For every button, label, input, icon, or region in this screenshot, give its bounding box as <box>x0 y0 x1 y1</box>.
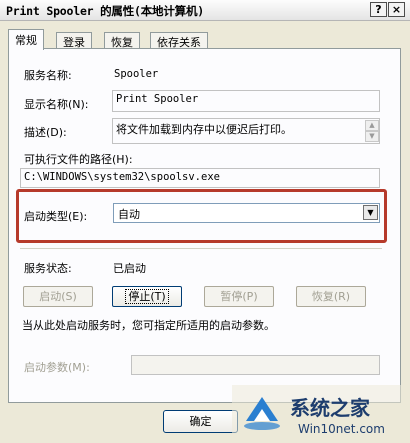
description-field[interactable]: 将文件加载到内存中以便迟后打印。 <box>112 118 380 144</box>
resume-button[interactable]: 恢复(R) <box>296 286 366 307</box>
pause-button[interactable]: 暂停(P) <box>204 286 274 307</box>
start-params-hint: 当从此处启动服务时，您可指定所适用的启动参数。 <box>22 319 275 332</box>
window-title: Print Spooler 的属性(本地计算机) <box>6 4 204 18</box>
service-status-value: 已启动 <box>113 262 146 275</box>
watermark-logo: 系统之家 Win10net.com <box>232 385 410 443</box>
help-button[interactable]: ? <box>370 2 387 17</box>
watermark-site: Win10net.com <box>298 422 385 436</box>
display-name-field[interactable]: Print Spooler <box>112 90 380 112</box>
watermark-brand: 系统之家 <box>290 396 371 420</box>
service-status-label: 服务状态: <box>24 262 72 275</box>
start-params-field[interactable] <box>131 355 380 375</box>
exe-path-field[interactable]: C:\WINDOWS\system32\spoolsv.exe <box>20 168 380 188</box>
description-text: 将文件加载到内存中以便迟后打印。 <box>116 123 292 136</box>
display-name-label: 显示名称(N): <box>24 98 89 111</box>
scroll-up-icon[interactable]: ▲ <box>365 120 379 131</box>
close-button[interactable]: × <box>388 2 405 17</box>
stop-button[interactable]: 停止(T) <box>112 286 182 307</box>
service-name-value: Spooler <box>114 68 159 80</box>
start-params-label: 启动参数(M): <box>24 361 90 374</box>
start-button[interactable]: 启动(S) <box>23 286 93 307</box>
description-label: 描述(D): <box>24 126 67 139</box>
ok-button[interactable]: 确定 <box>163 410 238 433</box>
divider <box>20 248 382 249</box>
close-icon: × <box>391 3 402 16</box>
exe-path-label: 可执行文件的路径(H): <box>24 153 133 166</box>
title-bar: Print Spooler 的属性(本地计算机) ? × <box>0 0 410 21</box>
tab-general[interactable]: 常规 <box>8 29 44 50</box>
highlight-box <box>16 189 387 243</box>
tab-dependencies[interactable]: 依存关系 <box>150 32 208 49</box>
stop-button-label: 停止(T) <box>125 289 169 304</box>
scroll-down-icon[interactable]: ▼ <box>365 131 379 142</box>
tab-logon[interactable]: 登录 <box>56 32 92 49</box>
tab-recovery[interactable]: 恢复 <box>104 32 140 49</box>
service-name-label: 服务名称: <box>24 69 72 82</box>
